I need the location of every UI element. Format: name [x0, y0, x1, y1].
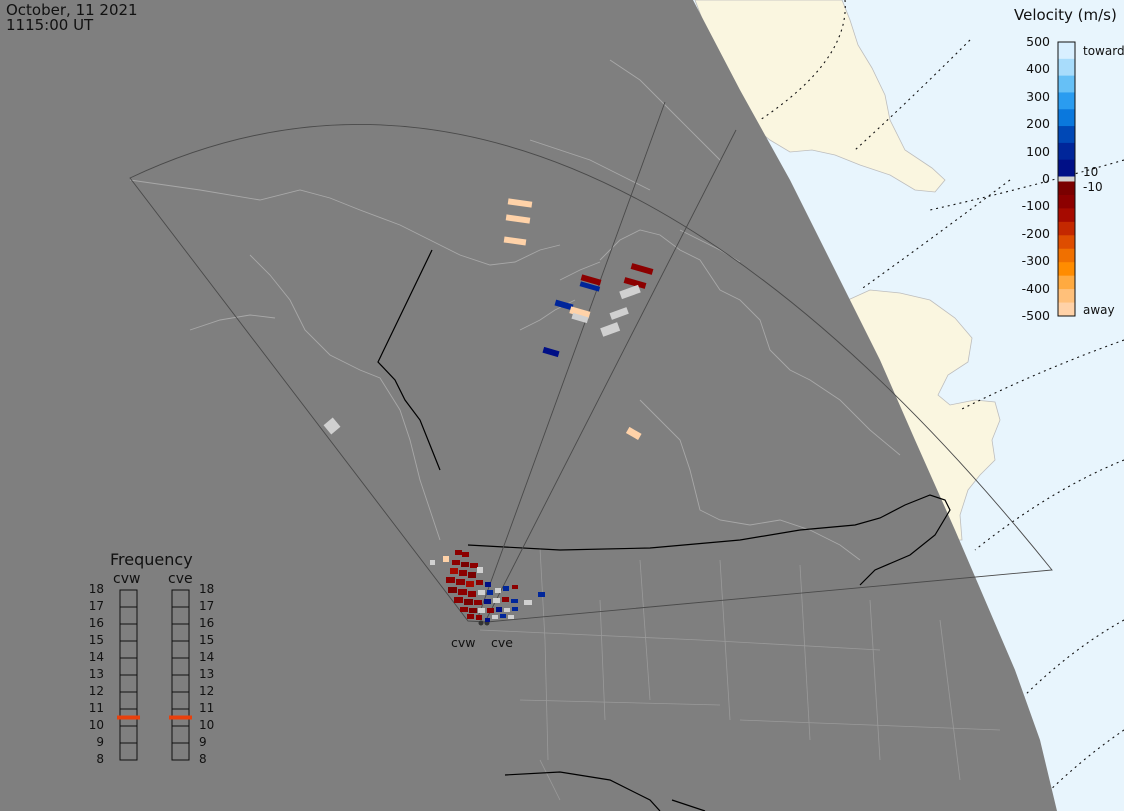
time-label: 1115:00 UT — [6, 16, 94, 34]
frequency-tick-label: 10 — [88, 718, 104, 732]
colorbar-tick-label: 300 — [1026, 88, 1050, 104]
colorbar-swatch — [1058, 159, 1075, 177]
colorbar-swatch — [1058, 75, 1075, 93]
colorbar-swatch — [1058, 42, 1075, 60]
frequency-tick-label: 11 — [88, 701, 104, 715]
colorbar-swatch — [1058, 275, 1075, 290]
map — [0, 0, 1124, 811]
colorbar-swatch — [1058, 58, 1075, 77]
frequency-tick-label: 8 — [199, 752, 207, 766]
frequency-tick-label: 18 — [88, 582, 104, 596]
colorbar-tick-label: 200 — [1026, 116, 1050, 132]
colorbar-swatch — [1058, 248, 1075, 263]
near-zero-pos-label: 10 — [1083, 165, 1099, 179]
frequency-tick-label: 13 — [199, 667, 215, 681]
colorbar-swatch — [1058, 142, 1075, 161]
colorbar-swatch — [1058, 262, 1075, 277]
frequency-tick-label: 17 — [199, 599, 215, 613]
colorbar-swatch-zero — [1058, 176, 1075, 182]
toward-label: toward — [1083, 44, 1124, 58]
colorbar-swatch — [1058, 92, 1075, 110]
frequency-tick-label: 15 — [199, 633, 215, 647]
frequency-tick-label: 15 — [88, 633, 104, 647]
colorbar-tick-label: -200 — [1021, 225, 1050, 241]
frequency-tick-label: 13 — [88, 667, 104, 681]
frequency-tick-label: 14 — [199, 650, 215, 664]
colorbar-swatch — [1058, 221, 1075, 236]
frequency-tick-label: 9 — [199, 735, 207, 749]
radar-site-cvw — [478, 620, 484, 626]
frequency-tick-label: 14 — [88, 650, 104, 664]
frequency-tick-label: 16 — [199, 616, 215, 630]
frequency-radar-cve: cve — [168, 571, 193, 587]
colorbar-swatch — [1058, 194, 1075, 209]
frequency-tick-label: 11 — [199, 701, 215, 715]
colorbar-tick-label: 100 — [1026, 143, 1050, 159]
colorbar-tick-label: 400 — [1026, 61, 1050, 77]
near-zero-neg-label: -10 — [1083, 180, 1103, 194]
frequency-marker — [117, 715, 140, 720]
frequency-title: Frequency — [110, 550, 193, 569]
colorbar-tick-label: -500 — [1021, 308, 1050, 323]
colorbar-swatch — [1058, 181, 1075, 196]
frequency-radar-cvw: cvw — [113, 571, 141, 587]
colorbar-swatch — [1058, 302, 1075, 317]
colorbar-swatch — [1058, 126, 1075, 144]
colorbar-title: Velocity (m/s) — [1014, 6, 1117, 24]
colorbar-tick-label: -100 — [1021, 198, 1050, 214]
colorbar-tick-label: 0 — [1042, 171, 1050, 186]
colorbar-tick-label: 500 — [1026, 34, 1050, 49]
velocity-colorbar — [1058, 42, 1075, 317]
frequency-tick-label: 8 — [96, 752, 104, 766]
frequency-tick-label: 9 — [96, 735, 104, 749]
frequency-marker — [169, 715, 192, 720]
frequency-tick-label: 17 — [88, 599, 104, 613]
frequency-tick-label: 16 — [88, 616, 104, 630]
colorbar-swatch — [1058, 109, 1075, 127]
colorbar-tick-label: -400 — [1021, 280, 1050, 296]
frequency-tick-label: 10 — [199, 718, 215, 732]
colorbar-tick-label: -300 — [1021, 253, 1050, 269]
colorbar-swatch — [1058, 289, 1075, 304]
radar-label-cvw: cvw — [451, 635, 476, 650]
radar-label-cve: cve — [491, 635, 513, 650]
frequency-tick-label: 18 — [199, 582, 215, 596]
colorbar-swatch — [1058, 208, 1075, 223]
frequency-tick-label: 12 — [199, 684, 215, 698]
away-label: away — [1083, 303, 1115, 317]
colorbar-swatch — [1058, 235, 1075, 250]
frequency-tick-label: 12 — [88, 684, 104, 698]
